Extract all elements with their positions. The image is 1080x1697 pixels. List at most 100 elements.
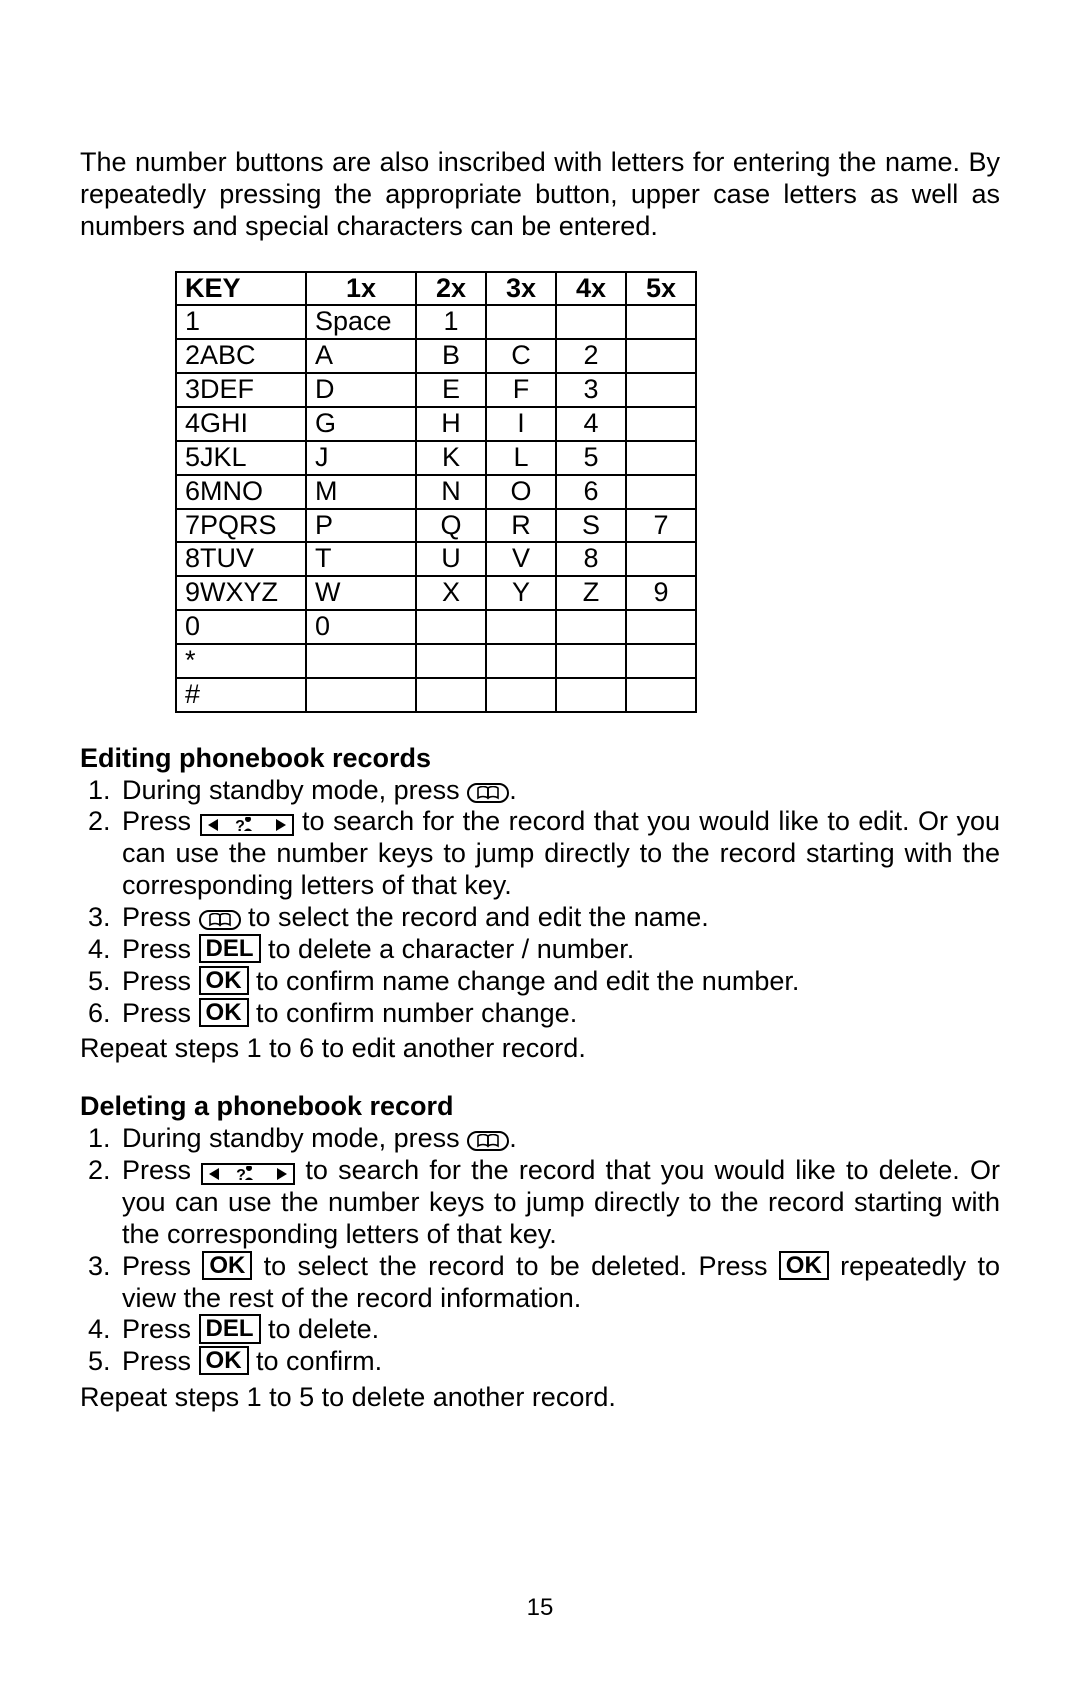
table-cell [486,305,556,339]
editing-steps: During standby mode, press . Press to se… [80,775,1000,1030]
text: Press [122,1251,202,1281]
manual-page: The number buttons are also inscribed wi… [0,0,1080,1697]
table-cell [626,373,696,407]
editing-step-4: Press DEL to delete a character / number… [118,934,1000,966]
table-cell: 7PQRS [176,509,306,543]
table-cell [416,678,486,712]
table-cell: H [416,407,486,441]
text: Press [122,902,199,932]
table-cell [626,678,696,712]
table-cell [626,441,696,475]
table-cell: 9 [626,576,696,610]
table-row: 4GHIGHI4 [176,407,696,441]
table-row: # [176,678,696,712]
editing-step-6: Press OK to confirm number change. [118,998,1000,1030]
th-3x: 3x [486,272,556,306]
th-key: KEY [176,272,306,306]
text: Press [122,806,200,836]
editing-step-3: Press to select the record and edit the … [118,902,1000,934]
table-cell [626,610,696,644]
intro-paragraph: The number buttons are also inscribed wi… [80,147,1000,243]
table-cell [486,644,556,678]
table-row: 1Space1 [176,305,696,339]
deleting-step-5: Press OK to confirm. [118,1346,1000,1378]
table-cell: G [306,407,416,441]
table-row: 2ABCABC2 [176,339,696,373]
table-cell: Space [306,305,416,339]
phonebook-icon [467,783,509,803]
table-cell: R [486,509,556,543]
table-cell [626,305,696,339]
table-cell [486,678,556,712]
table-row: 00 [176,610,696,644]
phonebook-icon [199,910,241,930]
text: Press [122,1314,199,1344]
ok-button: OK [202,1251,252,1280]
table-cell: 3DEF [176,373,306,407]
text: Press [122,998,199,1028]
page-number: 15 [0,1594,1080,1622]
table-cell: 1 [416,305,486,339]
table-cell: K [416,441,486,475]
table-cell: 4 [556,407,626,441]
table-cell: F [486,373,556,407]
text: . [509,1123,517,1153]
table-cell: B [416,339,486,373]
table-cell: T [306,542,416,576]
table-cell [626,542,696,576]
table-cell: 8 [556,542,626,576]
table-cell: U [416,542,486,576]
ok-button: OK [199,966,249,995]
table-cell [416,644,486,678]
text: to select the record to be deleted. Pres… [252,1251,778,1281]
table-cell: 0 [306,610,416,644]
table-cell [556,610,626,644]
table-cell: V [486,542,556,576]
table-cell: 6MNO [176,475,306,509]
text: to confirm number change. [249,998,578,1028]
table-cell [626,407,696,441]
table-cell: Q [416,509,486,543]
del-button: DEL [199,1314,261,1343]
text: Press [122,934,199,964]
table-cell [306,678,416,712]
table-cell [486,610,556,644]
table-cell: L [486,441,556,475]
th-2x: 2x [416,272,486,306]
table-cell: 9WXYZ [176,576,306,610]
table-cell: 3 [556,373,626,407]
table-cell: A [306,339,416,373]
deleting-step-2: Press to search for the record that you … [118,1155,1000,1251]
table-row: 8TUVTUV8 [176,542,696,576]
table-cell: Z [556,576,626,610]
table-cell: C [486,339,556,373]
table-cell: * [176,644,306,678]
ok-button: OK [779,1251,829,1280]
ok-button: OK [199,998,249,1027]
table-row: * [176,644,696,678]
table-row: 3DEFDEF3 [176,373,696,407]
key-mapping-table: KEY 1x 2x 3x 4x 5x 1Space12ABCABC23DEFDE… [175,271,697,713]
del-button: DEL [199,934,261,963]
table-cell: 2ABC [176,339,306,373]
table-row: 7PQRSPQRS7 [176,509,696,543]
table-cell [626,644,696,678]
table-cell: 5JKL [176,441,306,475]
table-cell: 7 [626,509,696,543]
table-cell [556,644,626,678]
nav-left-right-icon [200,814,294,836]
th-5x: 5x [626,272,696,306]
table-cell: 2 [556,339,626,373]
table-cell [626,475,696,509]
text: Press [122,966,199,996]
table-cell: P [306,509,416,543]
phonebook-icon [467,1131,509,1151]
table-cell: 5 [556,441,626,475]
text: to select the record and edit the name. [241,902,709,932]
table-cell: 4GHI [176,407,306,441]
th-1x: 1x [306,272,416,306]
table-cell: I [486,407,556,441]
text: Press [122,1155,201,1185]
table-row: 9WXYZWXYZ9 [176,576,696,610]
table-cell: N [416,475,486,509]
